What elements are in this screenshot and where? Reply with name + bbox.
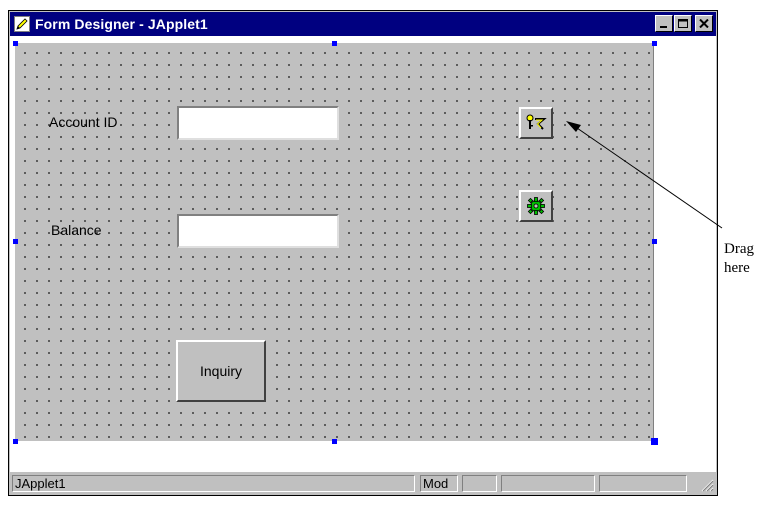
selection-handle-bottom-right[interactable] <box>651 438 658 445</box>
annotation-line-1: Drag <box>724 241 754 257</box>
form-designer-window: Form Designer - JApplet1 Account ID Bala… <box>8 10 718 496</box>
selection-handle-top[interactable] <box>332 41 337 46</box>
key-bean-icon <box>526 114 547 130</box>
close-button[interactable] <box>695 15 713 32</box>
minimize-icon <box>660 25 667 28</box>
maximize-icon <box>677 18 688 28</box>
balance-label[interactable]: Balance <box>51 222 102 238</box>
close-icon <box>699 19 709 28</box>
status-component-name: JApplet1 <box>12 475 415 492</box>
inquiry-button[interactable]: Inquiry <box>176 340 266 402</box>
minimize-button[interactable] <box>655 15 673 32</box>
selection-handle-top-left[interactable] <box>13 41 18 46</box>
maximize-button[interactable] <box>674 15 692 32</box>
selection-handle-right[interactable] <box>652 239 657 244</box>
key-bean[interactable] <box>519 107 553 139</box>
resize-grip-icon[interactable] <box>700 478 714 492</box>
status-mode: Mod <box>420 475 458 492</box>
status-bar: JApplet1 Mod <box>10 472 716 494</box>
inquiry-button-label: Inquiry <box>199 363 243 379</box>
status-cell-5 <box>599 475 687 492</box>
window-title: Form Designer - JApplet1 <box>35 16 208 32</box>
title-bar[interactable]: Form Designer - JApplet1 <box>10 12 716 36</box>
selection-handle-bottom-left[interactable] <box>13 439 18 444</box>
annotation-text: Drag here <box>724 240 754 278</box>
status-cell-3 <box>462 475 497 492</box>
gear-bean[interactable] <box>519 190 553 222</box>
form-design-surface[interactable]: Account ID Balance Inquiry <box>15 43 654 441</box>
selection-handle-left[interactable] <box>13 239 18 244</box>
balance-field[interactable] <box>177 214 339 248</box>
pencil-icon[interactable] <box>13 15 31 33</box>
designer-client-area: Account ID Balance Inquiry <box>10 36 716 473</box>
status-cell-4 <box>501 475 595 492</box>
account-id-field[interactable] <box>177 106 339 140</box>
selection-handle-bottom[interactable] <box>332 439 337 444</box>
annotation-line-2: here <box>724 260 750 276</box>
account-id-label[interactable]: Account ID <box>49 114 117 130</box>
selection-handle-top-right[interactable] <box>652 41 657 46</box>
gear-bean-icon <box>527 197 545 215</box>
